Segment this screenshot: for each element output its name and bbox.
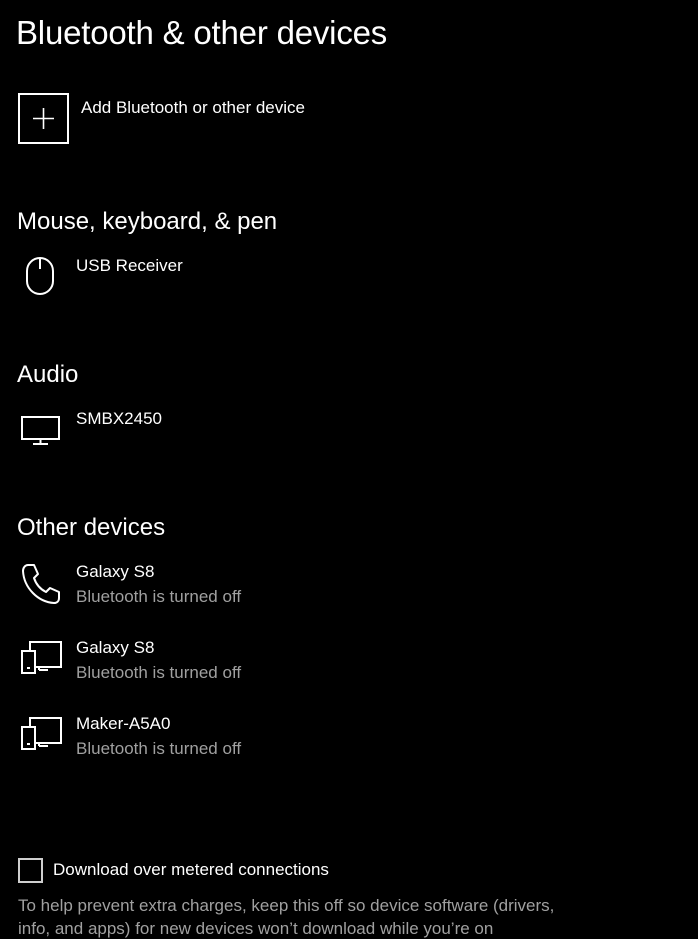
mouse-icon (26, 257, 54, 295)
device-name: SMBX2450 (76, 409, 162, 428)
section-heading-audio: Audio (17, 361, 79, 388)
devices-icon (21, 641, 62, 674)
device-status: Bluetooth is turned off (76, 587, 242, 606)
section-heading-other: Other devices (17, 514, 166, 541)
add-device-icon-box (18, 93, 69, 144)
device-name: Galaxy S8 (76, 638, 155, 657)
device-name: USB Receiver (76, 256, 183, 275)
device-maker-a5a0[interactable]: Maker-A5A0 Bluetooth is turned off (18, 714, 618, 766)
device-usb-receiver[interactable]: USB Receiver (18, 256, 618, 308)
devices-icon (21, 717, 62, 750)
device-galaxy-s8[interactable]: Galaxy S8 Bluetooth is turned off (18, 638, 618, 690)
plus-icon (33, 108, 54, 129)
device-status: Bluetooth is turned off (76, 663, 242, 682)
device-name: Galaxy S8 (76, 562, 155, 581)
device-name: Maker-A5A0 (76, 714, 171, 733)
metered-checkbox[interactable] (18, 857, 43, 883)
page-title: Bluetooth & other devices (16, 14, 388, 51)
metered-label: Download over metered connections (53, 860, 329, 879)
metered-help-text: To help prevent extra charges, keep this… (18, 896, 555, 938)
device-smbx2450[interactable]: SMBX2450 (18, 409, 618, 461)
monitor-icon (21, 416, 60, 445)
section-heading-input: Mouse, keyboard, & pen (17, 208, 278, 235)
phone-icon (22, 564, 60, 604)
metered-download-toggle[interactable]: Download over metered connections (18, 857, 329, 883)
add-device-button[interactable]: Add Bluetooth or other device (18, 93, 305, 145)
device-status: Bluetooth is turned off (76, 739, 242, 758)
device-galaxy-s8-phone[interactable]: Galaxy S8 Bluetooth is turned off (18, 562, 618, 614)
add-device-label: Add Bluetooth or other device (81, 98, 305, 117)
